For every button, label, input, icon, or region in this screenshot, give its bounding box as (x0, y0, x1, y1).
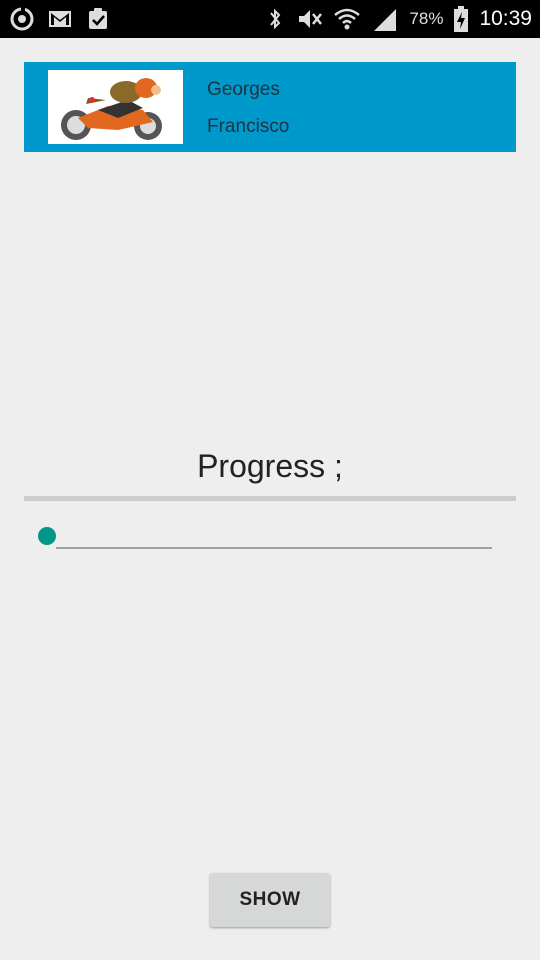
clipboard-check-icon (84, 5, 112, 33)
gmail-icon (46, 5, 74, 33)
show-button[interactable]: SHOW (210, 873, 330, 927)
battery-charging-icon (453, 5, 469, 33)
user-last-name: Francisco (207, 116, 290, 137)
status-bar: 78% 10:39 (0, 0, 540, 38)
bluetooth-icon (265, 5, 285, 33)
battery-percent: 78% (409, 9, 444, 28)
seekbar-thumb[interactable] (38, 527, 56, 545)
user-first-name: Georges (207, 79, 280, 100)
motorcycle-rider-image (48, 70, 183, 144)
progress-seekbar[interactable] (38, 520, 494, 552)
avatar (48, 70, 183, 144)
progress-label: Progress ; (197, 448, 343, 484)
vibrate-mute-icon (295, 5, 323, 33)
profile-banner: Georges Francisco (24, 62, 516, 152)
wifi-icon (333, 5, 361, 33)
sync-icon (8, 5, 36, 33)
divider (24, 496, 516, 501)
signal-icon (371, 5, 399, 33)
seekbar-track (56, 547, 492, 549)
clock: 10:39 (479, 7, 532, 30)
